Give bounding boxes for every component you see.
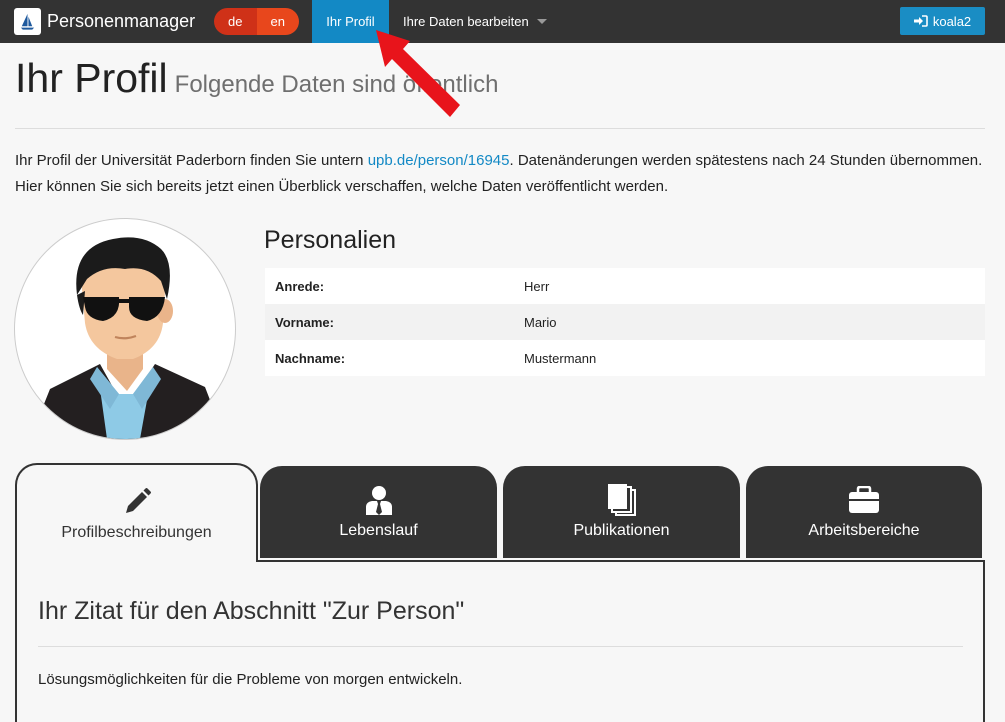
tab-publikationen[interactable]: Publikationen <box>503 466 740 558</box>
brand-name: Personenmanager <box>47 11 196 31</box>
documents-icon <box>607 484 637 516</box>
profile-link[interactable]: upb.de/person/16945 <box>368 152 510 169</box>
row-label: Vorname: <box>265 304 514 340</box>
user-tie-icon <box>365 484 393 516</box>
row-value: Mario <box>514 304 985 340</box>
pencil-icon <box>122 486 152 518</box>
row-label: Nachname: <box>265 340 514 376</box>
quote-title: Ihr Zitat für den Abschnitt "Zur Person" <box>38 597 465 625</box>
language-switch: de en <box>214 8 299 35</box>
row-value: Mustermann <box>514 340 985 376</box>
quote-text: Lösungsmöglichkeiten für die Probleme vo… <box>38 671 463 688</box>
koala-login-button[interactable]: koala2 <box>900 7 985 35</box>
annotation-arrow-icon <box>376 30 460 117</box>
divider <box>38 646 963 647</box>
divider <box>15 128 985 129</box>
avatar-illustration <box>30 237 225 439</box>
table-row: Anrede: Herr <box>265 268 985 304</box>
table-row: Nachname: Mustermann <box>265 340 985 376</box>
personalien-table: Anrede: Herr Vorname: Mario Nachname: Mu… <box>265 268 985 376</box>
tab-arbeitsbereiche[interactable]: Arbeitsbereiche <box>746 466 982 558</box>
briefcase-icon <box>848 484 880 516</box>
tab-label: Publikationen <box>573 522 670 539</box>
row-label: Anrede: <box>265 268 514 304</box>
avatar <box>14 218 236 440</box>
brand-logo-icon <box>14 8 41 35</box>
tab-label: Arbeitsbereiche <box>808 522 920 539</box>
tab-content-panel <box>15 560 985 722</box>
caret-down-icon <box>536 19 547 24</box>
tab-lebenslauf[interactable]: Lebenslauf <box>260 466 497 558</box>
brand[interactable]: Personenmanager <box>14 0 195 43</box>
koala-login-label: koala2 <box>932 13 972 29</box>
intro-text-before: Ihr Profil der Universität Paderborn fin… <box>15 152 368 169</box>
top-navbar: Personenmanager de en Ihr Profil Ihre Da… <box>0 0 1005 43</box>
lang-en-button[interactable]: en <box>256 8 299 35</box>
sign-in-icon <box>913 15 928 27</box>
tab-label: Lebenslauf <box>339 522 418 539</box>
tab-label: Profilbeschreibungen <box>61 524 212 541</box>
table-row: Vorname: Mario <box>265 304 985 340</box>
personalien-title: Personalien <box>264 226 397 254</box>
tab-profilbeschreibungen[interactable]: Profilbeschreibungen <box>15 463 258 562</box>
row-value: Herr <box>514 268 985 304</box>
page-title-text: Ihr Profil <box>15 55 168 101</box>
intro-paragraph: Ihr Profil der Universität Paderborn fin… <box>15 148 990 200</box>
lang-de-button[interactable]: de <box>214 8 257 35</box>
